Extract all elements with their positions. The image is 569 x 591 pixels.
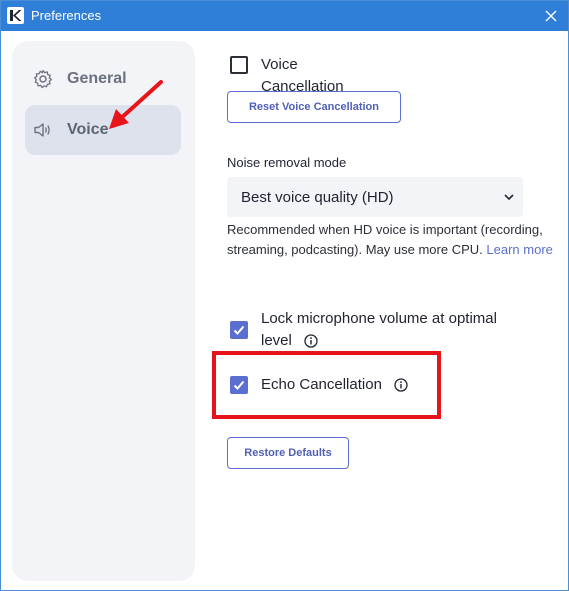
speaker-icon (34, 123, 50, 137)
noise-removal-selected-value: Best voice quality (HD) (241, 188, 394, 206)
noise-removal-label: Noise removal mode (227, 155, 347, 170)
window-title: Preferences (31, 8, 102, 23)
lock-mic-label: Lock microphone volume at optimal level (261, 310, 497, 349)
preferences-window: Preferences General Voice Voice Cancella… (0, 0, 569, 591)
chevron-down-icon (504, 194, 514, 201)
restore-defaults-button[interactable]: Restore Defaults (227, 437, 349, 469)
annotation-arrow-icon (109, 80, 163, 129)
noise-removal-select[interactable]: Best voice quality (HD) (227, 177, 523, 217)
voice-settings-panel: Voice Cancellation Reset Voice Cancellat… (227, 1, 557, 591)
checkmark-icon (233, 325, 245, 335)
reset-voice-cancellation-button[interactable]: Reset Voice Cancellation (227, 91, 401, 123)
learn-more-link[interactable]: Learn more (486, 242, 552, 257)
gear-icon (33, 69, 52, 89)
annotation-highlight-box (212, 351, 441, 419)
k-logo-icon (7, 7, 24, 24)
lock-mic-checkbox[interactable] (230, 321, 248, 339)
voice-cancellation-checkbox[interactable] (230, 56, 248, 74)
info-icon[interactable] (304, 334, 318, 348)
noise-removal-help: Recommended when HD voice is important (… (227, 222, 553, 257)
